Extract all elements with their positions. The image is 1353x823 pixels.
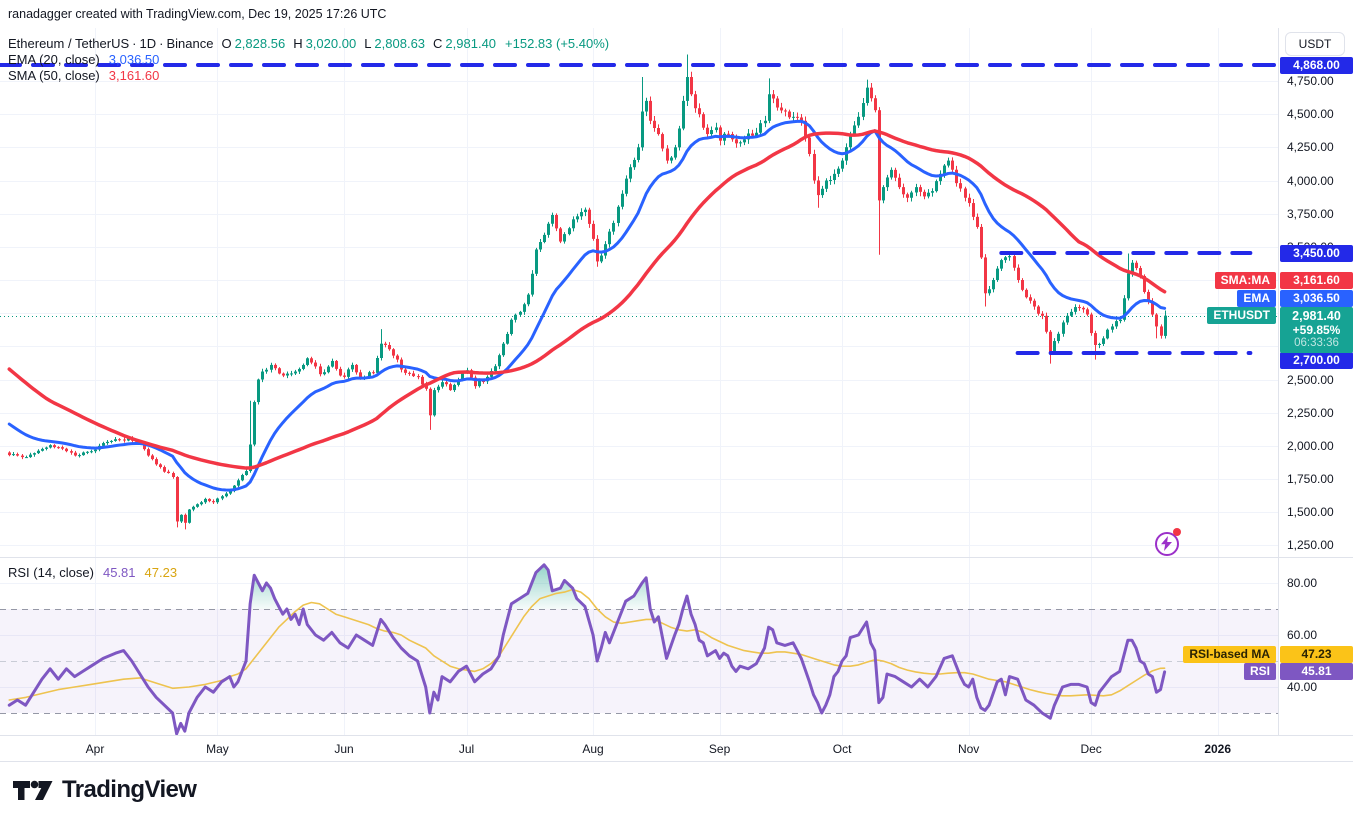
price-axis-label: 40.00 — [1287, 680, 1317, 694]
high-value: 3,020.00 — [306, 36, 357, 51]
rsi-value-badge: 45.81 — [1280, 663, 1353, 680]
ema-line-pill[interactable]: EMA — [1237, 290, 1276, 307]
sma-value-badge: 3,161.60 — [1280, 272, 1353, 289]
rsi-legend: RSI (14, close) 45.81 47.23 — [8, 565, 180, 581]
change-value: +152.83 (+5.40%) — [505, 36, 609, 51]
open-value: 2,828.56 — [235, 36, 286, 51]
price-level-badge-3450: 3,450.00 — [1280, 245, 1353, 262]
price-axis-label: 2,000.00 — [1287, 439, 1334, 453]
time-axis[interactable]: Apr May Jun Jul Aug Sep Oct Nov Dec 2026 — [0, 735, 1353, 762]
price-level-badge-2700: 2,700.00 — [1280, 352, 1353, 369]
chart-area: Ethereum / TetherUS·1D·BinanceO2,828.56H… — [0, 28, 1278, 735]
rsi-ma-indicator-value: 47.23 — [145, 565, 178, 580]
exchange-label[interactable]: Binance — [166, 36, 213, 51]
price-axis-label: 4,000.00 — [1287, 174, 1334, 188]
price-axis-label: 1,750.00 — [1287, 472, 1334, 486]
interval-label[interactable]: 1D — [140, 36, 157, 51]
rsi-ma-value-badge: 47.23 — [1280, 646, 1353, 663]
ema-indicator-title[interactable]: EMA (20, close) — [8, 52, 100, 67]
separator-dot: · — [132, 36, 136, 51]
price-axis-label: 1,500.00 — [1287, 505, 1334, 519]
time-axis-label: Jul — [459, 742, 474, 756]
lightning-bolt-icon — [1161, 536, 1172, 551]
low-label: L — [364, 36, 371, 51]
footer-bar: TradingView — [0, 762, 1353, 823]
price-axis-label: 4,750.00 — [1287, 74, 1334, 88]
currency-toggle-button[interactable]: USDT — [1285, 32, 1345, 56]
sma-indicator-title[interactable]: SMA (50, close) — [8, 68, 100, 83]
open-label: O — [221, 36, 231, 51]
time-axis-label: 2026 — [1204, 742, 1231, 756]
symbol-price-pill[interactable]: ETHUSDT — [1207, 307, 1276, 324]
symbol-title[interactable]: Ethereum / TetherUS — [8, 36, 129, 51]
time-axis-label: Aug — [582, 742, 603, 756]
rsi-indicator-value: 45.81 — [103, 565, 136, 580]
tradingview-chart-window: ranadagger created with TradingView.com,… — [0, 0, 1353, 823]
price-axis-label: 80.00 — [1287, 576, 1317, 590]
price-axis-label: 4,250.00 — [1287, 140, 1334, 154]
flash-events-button[interactable] — [1154, 531, 1180, 557]
tradingview-mark-icon — [13, 778, 53, 803]
price-axis-label: 60.00 — [1287, 628, 1317, 642]
time-axis-label: Apr — [86, 742, 105, 756]
price-axis-label: 2,500.00 — [1287, 373, 1334, 387]
time-axis-label: Sep — [709, 742, 730, 756]
bar-countdown-timer: 06:33:36 — [1280, 337, 1353, 350]
time-axis-label: Jun — [334, 742, 353, 756]
last-price-badge: 2,981.40 +59.85% 06:33:36 — [1280, 307, 1353, 353]
pane-separator[interactable] — [0, 557, 1353, 558]
symbol-legend: Ethereum / TetherUS·1D·BinanceO2,828.56H… — [8, 36, 612, 84]
separator-dot: · — [159, 36, 163, 51]
price-chart-canvas[interactable] — [0, 28, 1278, 735]
ema-indicator-row: EMA (20, close) 3,036.50 — [8, 52, 612, 68]
notification-dot-icon — [1173, 528, 1181, 536]
watermark-text: ranadagger created with TradingView.com,… — [8, 7, 386, 21]
time-axis-label: Nov — [958, 742, 979, 756]
sma-line-pill[interactable]: SMA:MA — [1215, 272, 1276, 289]
rsi-indicator-row: RSI (14, close) 45.81 47.23 — [8, 565, 180, 581]
sma-indicator-row: SMA (50, close) 3,161.60 — [8, 68, 612, 84]
high-label: H — [293, 36, 302, 51]
time-axis-label: May — [206, 742, 229, 756]
symbol-row: Ethereum / TetherUS·1D·BinanceO2,828.56H… — [8, 36, 612, 52]
time-axis-label: Dec — [1080, 742, 1101, 756]
last-price-value: 2,981.40 — [1280, 309, 1353, 324]
close-value: 2,981.40 — [445, 36, 496, 51]
low-value: 2,808.63 — [374, 36, 425, 51]
time-axis-label: Oct — [833, 742, 852, 756]
price-level-badge-4868: 4,868.00 — [1280, 57, 1353, 74]
ema-indicator-value: 3,036.50 — [109, 52, 160, 67]
tradingview-logo-text: TradingView — [62, 776, 196, 804]
ema-value-badge: 3,036.50 — [1280, 290, 1353, 307]
price-axis-label: 3,750.00 — [1287, 207, 1334, 221]
price-axis-label: 1,250.00 — [1287, 538, 1334, 552]
price-axis-label: 2,250.00 — [1287, 406, 1334, 420]
sma-indicator-value: 3,161.60 — [109, 68, 160, 83]
rsi-indicator-title[interactable]: RSI (14, close) — [8, 565, 94, 580]
last-price-change-pct: +59.85% — [1280, 324, 1353, 337]
rsi-pill[interactable]: RSI — [1244, 663, 1276, 680]
close-label: C — [433, 36, 442, 51]
price-axis[interactable]: USDT 4,750.00 4,500.00 4,250.00 4,000.00 3,7… — [1278, 28, 1353, 735]
price-axis-label: 4,500.00 — [1287, 107, 1334, 121]
tradingview-logo[interactable]: TradingView — [13, 776, 196, 804]
rsi-ma-pill[interactable]: RSI-based MA — [1183, 646, 1276, 663]
